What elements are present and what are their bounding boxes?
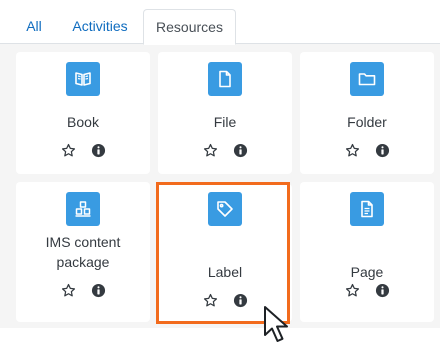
page-icon[interactable] [350,192,384,226]
file-icon[interactable] [208,62,242,96]
tab-resources[interactable]: Resources [143,9,236,45]
star-outline-icon[interactable] [202,142,218,158]
info-circle-icon[interactable] [374,282,390,298]
info-circle-icon[interactable] [374,142,390,158]
info-circle-icon[interactable] [232,292,248,308]
tab-all[interactable]: All [14,9,54,44]
resource-name: Folder [347,114,387,130]
star-outline-icon[interactable] [344,282,360,298]
star-outline-icon[interactable] [60,142,76,158]
resource-name: Label [207,264,243,280]
tag-icon[interactable] [208,192,242,226]
package-icon[interactable] [66,192,100,226]
star-outline-icon[interactable] [202,292,218,308]
resource-name-line-2: package [56,254,110,270]
book-icon[interactable] [66,62,100,96]
folder-icon[interactable] [350,62,384,96]
module-chooser-tabs: All Activities Resources [0,0,440,45]
resource-card-label[interactable]: Label [158,184,292,322]
resource-name: Page [350,264,384,280]
star-outline-icon[interactable] [60,282,76,298]
mouse-pointer-icon [264,306,288,342]
resource-card-book[interactable]: Book [16,52,150,174]
resource-name: IMS content package [16,232,150,272]
resource-card-file[interactable]: File [158,52,292,174]
tab-activities[interactable]: Activities [62,9,138,44]
resource-name-line-1: IMS content [45,234,121,250]
resource-card-folder[interactable]: Folder [300,52,434,174]
resource-name: Book [67,114,99,130]
star-outline-icon[interactable] [344,142,360,158]
info-circle-icon[interactable] [232,142,248,158]
info-circle-icon[interactable] [90,282,106,298]
resource-name: File [213,114,237,130]
resource-card-page[interactable]: Page [300,182,434,322]
resource-card-ims-content-package[interactable]: IMS content package [16,182,150,322]
info-circle-icon[interactable] [90,142,106,158]
